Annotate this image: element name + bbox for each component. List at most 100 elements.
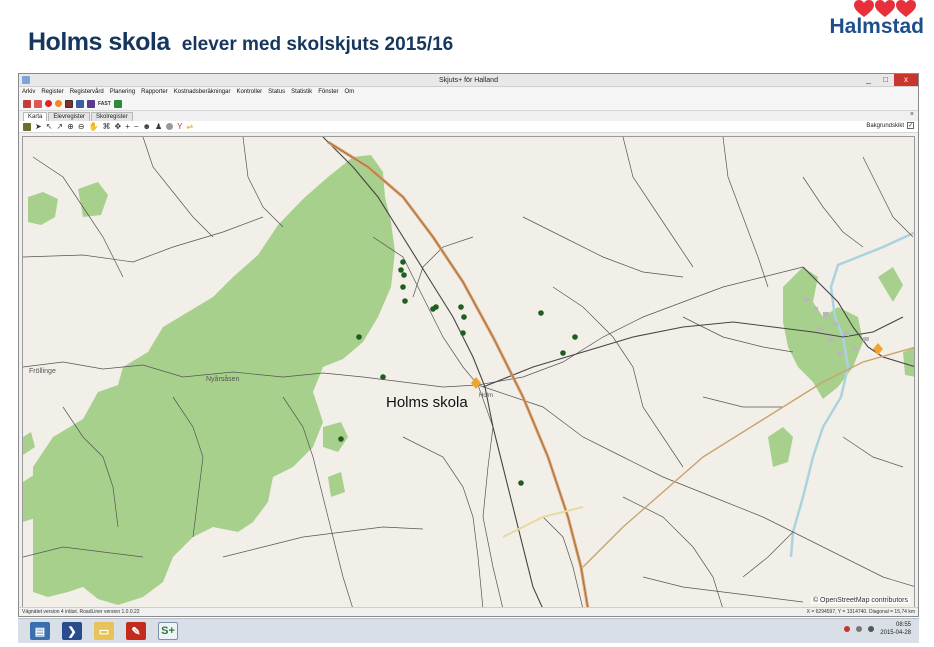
student-marker <box>401 272 407 278</box>
person-icon[interactable] <box>23 99 31 108</box>
student-marker <box>400 284 406 290</box>
main-toolbar: FAST <box>19 97 918 111</box>
filter-icon[interactable]: Y <box>177 122 182 131</box>
menu-register[interactable]: Register <box>41 89 63 95</box>
pan-icon[interactable]: ✋ <box>89 122 99 131</box>
window-title: Skjuts+ för Halland <box>439 76 498 84</box>
school-icon[interactable] <box>65 99 73 108</box>
pointer-icon[interactable]: ➤ <box>35 122 42 131</box>
maximize-button[interactable]: □ <box>877 74 894 86</box>
student-marker <box>380 374 386 380</box>
tab-skolregister[interactable]: Skolregister <box>91 112 133 121</box>
minus-icon[interactable]: − <box>134 122 139 131</box>
coordinate-readout: X = 6294597, Y = 1314740. <box>806 609 868 615</box>
map-canvas[interactable]: Nyårsåsen Fröllinge Holm Holms skola © O… <box>22 136 915 608</box>
close-button[interactable]: x <box>894 74 918 86</box>
student-marker <box>458 304 464 310</box>
tab-elevregister[interactable]: Elevregister <box>48 112 91 121</box>
status-message: Vägnätet version 4 inläst. RoadLiner ver… <box>22 609 140 615</box>
pdf-reader-icon[interactable]: ✎ <box>126 622 146 640</box>
forest-area <box>878 267 903 302</box>
menu-om[interactable]: Om <box>345 89 355 95</box>
menu-registervard[interactable]: Registervård <box>70 89 104 95</box>
forest-area <box>768 427 793 467</box>
menu-fonster[interactable]: Fönster <box>318 89 338 95</box>
background-layer-toggle[interactable]: Bakgrundskikt ✓ <box>866 122 914 129</box>
student-marker <box>572 334 578 340</box>
shield-icon[interactable] <box>87 99 95 108</box>
zoom-out-icon[interactable]: ⊖ <box>78 122 85 131</box>
layers-icon[interactable] <box>23 122 31 131</box>
tab-karta[interactable]: Karta <box>23 112 48 121</box>
zoom-in-icon[interactable]: ⊕ <box>67 122 74 131</box>
forest-area <box>23 432 35 455</box>
clock[interactable]: 08:55 2015-04-28 <box>880 621 911 637</box>
minimize-button[interactable]: _ <box>860 74 877 86</box>
menu-kontroller[interactable]: Kontroller <box>236 89 262 95</box>
student-marker <box>338 436 344 442</box>
diagonal-readout: Diagonal = 15,74 km <box>868 609 915 615</box>
close-tab-icon[interactable]: × <box>910 111 914 118</box>
orange-dot-icon[interactable] <box>55 100 62 107</box>
logo-text: Halmstad <box>829 15 924 38</box>
route-icon[interactable]: ⇌ <box>186 122 193 131</box>
student-marker <box>518 480 524 486</box>
menu-arkiv[interactable]: Arkiv <box>22 89 35 95</box>
osm-credit[interactable]: © OpenStreetMap contributors <box>810 597 910 604</box>
network-icon[interactable] <box>856 626 863 632</box>
window-controls: _ □ x <box>860 74 918 86</box>
system-tray: 08:55 2015-04-28 <box>844 621 911 637</box>
title-bar[interactable]: Skjuts+ för Halland _ □ x <box>19 74 918 87</box>
slide-title: Holms skola elever med skolskjuts 2015/1… <box>28 28 453 57</box>
map-graphics <box>23 137 914 607</box>
menu-status[interactable]: Status <box>268 89 285 95</box>
student-marker <box>400 259 406 265</box>
powershell-icon[interactable]: ❯ <box>62 622 82 640</box>
school-marker-icon <box>873 343 883 355</box>
menu-planering[interactable]: Planering <box>110 89 135 95</box>
person-grey-icon[interactable]: ♟ <box>155 122 162 131</box>
alert-icon[interactable] <box>844 626 851 632</box>
student-marker <box>402 298 408 304</box>
people-icon[interactable]: ☻ <box>143 122 151 131</box>
document-icon[interactable] <box>113 99 122 108</box>
select-icon[interactable]: ↖ <box>46 122 53 131</box>
background-layer-checkbox[interactable]: ✓ <box>907 122 914 129</box>
student-marker <box>398 267 404 273</box>
folder-icon[interactable]: ▭ <box>94 622 114 640</box>
taskbar: ▤ ❯ ▭ ✎ S+ 08:55 2015-04-28 <box>18 618 919 643</box>
forest-area <box>323 422 348 452</box>
student-marker <box>460 330 466 336</box>
background-layer-label: Bakgrundskikt <box>866 122 904 129</box>
menu-rapporter[interactable]: Rapporter <box>141 89 168 95</box>
school-label: Holms skola <box>386 394 468 411</box>
student-marker <box>461 314 467 320</box>
student-marker <box>356 334 362 340</box>
explorer-icon[interactable]: ▤ <box>30 622 50 640</box>
menu-kostnadsberakningar[interactable]: Kostnadsberäkningar <box>174 89 231 95</box>
zoom-extent-icon[interactable]: ⌘ <box>102 122 110 131</box>
pin-icon[interactable] <box>34 99 42 108</box>
red-dot-icon[interactable] <box>45 100 52 107</box>
place-label-holm: Holm <box>479 393 494 399</box>
app-window: Skjuts+ för Halland _ □ x Arkiv Register… <box>18 73 919 617</box>
forest-area <box>903 347 914 377</box>
halmstad-logo: Halmstad <box>818 0 928 42</box>
bus-icon[interactable] <box>76 99 84 108</box>
volume-icon[interactable] <box>868 626 875 632</box>
clock-date: 2015-04-28 <box>880 630 911 636</box>
student-marker <box>560 350 566 356</box>
place-label-nyarsasen: Nyårsåsen <box>206 376 240 383</box>
student-marker <box>433 304 439 310</box>
menu-statistik[interactable]: Statistik <box>291 89 312 95</box>
tab-bar: Karta Elevregister Skolregister × <box>19 111 918 121</box>
skjuts-app-taskbar-button[interactable]: S+ <box>158 622 178 640</box>
slide: Holms skola elever med skolskjuts 2015/1… <box>0 0 934 647</box>
place-label-frollinge: Fröllinge <box>29 368 56 375</box>
fast-button[interactable]: FAST <box>98 101 111 107</box>
plus-icon[interactable]: + <box>125 122 130 131</box>
grey-dot-icon[interactable] <box>166 123 174 130</box>
measure-icon[interactable]: ↗ <box>56 122 63 131</box>
move-icon[interactable]: ✥ <box>114 122 121 131</box>
status-bar: Vägnätet version 4 inläst. RoadLiner ver… <box>19 607 918 616</box>
